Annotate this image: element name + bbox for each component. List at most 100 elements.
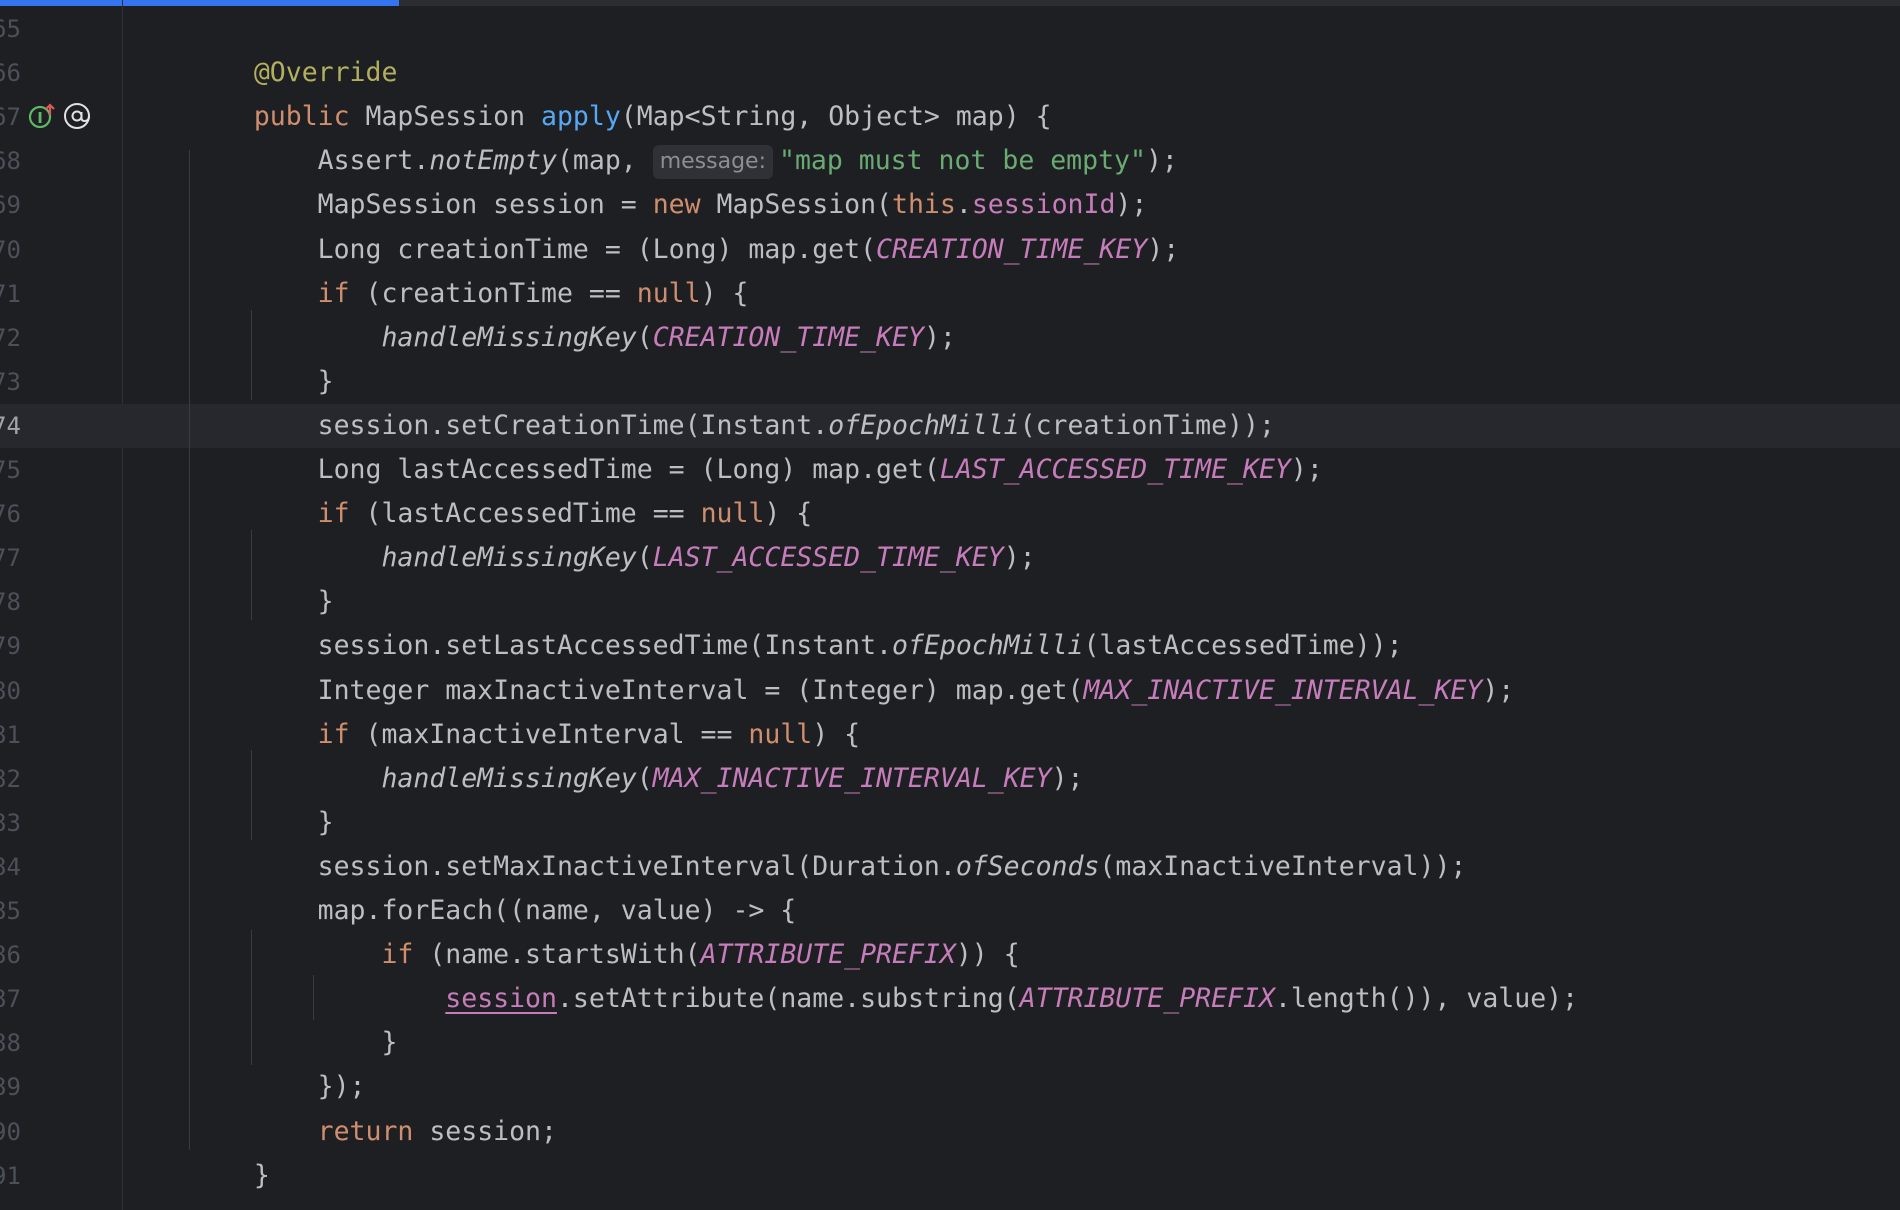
code-line-text[interactable]: if (maxInactiveInterval == null) { — [190, 713, 860, 757]
line-number[interactable]: 77 — [0, 536, 22, 580]
code-token: ofSeconds — [955, 850, 1100, 882]
code-line-text[interactable]: handleMissingKey(CREATION_TIME_KEY); — [190, 316, 955, 360]
code-token: . — [955, 189, 972, 221]
line-number[interactable]: 76 — [0, 492, 22, 536]
progress-bar — [0, 0, 1900, 6]
line-number[interactable]: 70 — [0, 228, 22, 272]
code-line-text[interactable]: session.setLastAccessedTime(Instant.ofEp… — [190, 624, 1403, 668]
code-line-text[interactable]: } — [190, 1021, 397, 1065]
code-line-text[interactable]: @Override — [190, 51, 398, 95]
code-token: (map, — [556, 145, 653, 177]
code-token: } — [190, 1027, 398, 1059]
indent-guide — [251, 930, 252, 1065]
code-row[interactable]: 86 if (name.startsWith(ATTRIBUTE_PREFIX)… — [0, 933, 1900, 977]
code-row[interactable]: 69 MapSession session = new MapSession(t… — [0, 183, 1900, 227]
code-row[interactable]: 87 session.setAttribute(name.substring(A… — [0, 977, 1900, 1021]
code-token: Integer maxInactiveInterval = (Integer) … — [190, 674, 1084, 706]
code-row[interactable]: 74 session.setCreationTime(Instant.ofEpo… — [0, 403, 1900, 448]
line-number[interactable]: 71 — [0, 272, 22, 316]
line-number[interactable]: 66 — [0, 51, 22, 95]
code-row[interactable]: 90 return session; — [0, 1110, 1900, 1154]
code-line-text[interactable]: handleMissingKey(MAX_INACTIVE_INTERVAL_K… — [190, 757, 1083, 801]
line-number[interactable]: 85 — [0, 889, 22, 933]
code-line-text[interactable]: } — [190, 1154, 270, 1198]
code-line-text[interactable]: if (lastAccessedTime == null) { — [190, 492, 813, 536]
code-row[interactable]: 68 Assert.notEmpty(map, message:"map mus… — [0, 139, 1900, 183]
code-row[interactable]: 66 @Override — [0, 51, 1900, 95]
code-row[interactable]: 80 Integer maxInactiveInterval = (Intege… — [0, 669, 1900, 713]
line-number[interactable]: 69 — [0, 183, 22, 227]
code-row[interactable]: 76 if (lastAccessedTime == null) { — [0, 492, 1900, 536]
line-number[interactable]: 75 — [0, 448, 22, 492]
code-token: ); — [1290, 454, 1323, 485]
code-row[interactable]: 83 } — [0, 801, 1900, 845]
code-line-text[interactable]: Assert.notEmpty(map, message: "map must n… — [190, 139, 1178, 183]
code-row[interactable]: 65 — [0, 7, 1900, 51]
code-row[interactable]: 73 } — [0, 360, 1900, 404]
code-line-text[interactable]: session.setAttribute(name.substring(ATTR… — [190, 977, 1578, 1021]
code-line-text[interactable]: map.forEach((name, value) -> { — [190, 889, 797, 933]
code-token: ); — [1145, 145, 1178, 177]
code-line-text[interactable]: session.setCreationTime(Instant.ofEpochM… — [190, 404, 1275, 448]
code-line-text[interactable]: MapSession session = new MapSession(this… — [190, 183, 1148, 227]
code-row[interactable]: 82 handleMissingKey(MAX_INACTIVE_INTERVA… — [0, 757, 1900, 801]
code-row[interactable]: 84 session.setMaxInactiveInterval(Durati… — [0, 845, 1900, 889]
line-number[interactable]: 68 — [0, 139, 22, 183]
code-line-text[interactable]: } — [190, 801, 334, 845]
line-number[interactable]: 74 — [0, 404, 22, 448]
code-row[interactable]: 79 session.setLastAccessedTime(Instant.o… — [0, 624, 1900, 668]
code-row[interactable]: 78 } — [0, 580, 1900, 624]
code-row[interactable]: 72 handleMissingKey(CREATION_TIME_KEY); — [0, 316, 1900, 360]
line-number[interactable]: 83 — [0, 801, 22, 845]
code-row[interactable]: 89 }); — [0, 1065, 1900, 1109]
code-line-text[interactable]: Integer maxInactiveInterval = (Integer) … — [190, 669, 1515, 713]
code-line-text[interactable]: session.setMaxInactiveInterval(Duration.… — [190, 845, 1467, 889]
line-number[interactable]: 84 — [0, 845, 22, 889]
code-row[interactable]: 81 if (maxInactiveInterval == null) { — [0, 713, 1900, 757]
code-editor[interactable]: I 6566 @Override67 public MapSession app… — [0, 0, 1900, 1210]
code-line-text[interactable]: Long lastAccessedTime = (Long) map.get(L… — [190, 448, 1323, 492]
code-line-text[interactable]: if (creationTime == null) { — [190, 272, 749, 316]
code-row[interactable]: 77 handleMissingKey(LAST_ACCESSED_TIME_K… — [0, 536, 1900, 580]
line-number[interactable]: 80 — [0, 669, 22, 713]
line-number[interactable]: 89 — [0, 1065, 22, 1109]
line-number[interactable]: 65 — [0, 7, 22, 51]
code-token: "map must not be empty" — [779, 145, 1146, 177]
code-token: MapSession — [365, 101, 542, 133]
code-line-text[interactable]: } — [190, 580, 334, 624]
code-line-text[interactable]: if (name.startsWith(ATTRIBUTE_PREFIX)) { — [190, 933, 1020, 977]
code-token: } — [190, 586, 334, 618]
code-row[interactable]: 91 } — [0, 1154, 1900, 1198]
code-line-text[interactable]: return session; — [190, 1110, 557, 1154]
code-token: null — [748, 718, 813, 750]
code-token: )) { — [955, 939, 1020, 971]
code-row[interactable]: 75 Long lastAccessedTime = (Long) map.ge… — [0, 448, 1900, 492]
line-number[interactable]: 86 — [0, 933, 22, 977]
code-token: if — [317, 277, 366, 309]
code-token: ) { — [812, 718, 861, 750]
line-number[interactable]: 73 — [0, 360, 22, 404]
code-line-text[interactable]: public MapSession apply(Map<String, Obje… — [190, 95, 1052, 139]
code-line-text[interactable]: handleMissingKey(LAST_ACCESSED_TIME_KEY)… — [190, 536, 1036, 580]
code-line-text[interactable]: } — [190, 360, 334, 404]
line-number[interactable]: 67 — [0, 95, 22, 139]
line-number[interactable]: 88 — [0, 1021, 22, 1065]
line-number[interactable]: 72 — [0, 316, 22, 360]
line-number[interactable]: 91 — [0, 1154, 22, 1198]
code-token: handleMissingKey — [381, 321, 637, 353]
code-row[interactable]: 71 if (creationTime == null) { — [0, 272, 1900, 316]
code-row[interactable]: 67 public MapSession apply(Map<String, O… — [0, 95, 1900, 139]
code-row[interactable]: 70 Long creationTime = (Long) map.get(CR… — [0, 228, 1900, 272]
code-row[interactable]: 85 map.forEach((name, value) -> { — [0, 889, 1900, 933]
code-row[interactable]: 88 } — [0, 1021, 1900, 1065]
line-number[interactable]: 78 — [0, 580, 22, 624]
line-number[interactable]: 87 — [0, 977, 22, 1021]
line-number[interactable]: 81 — [0, 713, 22, 757]
line-number[interactable]: 90 — [0, 1110, 22, 1154]
code-line-text[interactable]: }); — [190, 1065, 366, 1109]
code-line-text[interactable]: Long creationTime = (Long) map.get(CREAT… — [190, 228, 1180, 272]
line-number[interactable]: 82 — [0, 757, 22, 801]
line-number[interactable]: 79 — [0, 624, 22, 668]
code-token: ); — [1003, 542, 1036, 574]
